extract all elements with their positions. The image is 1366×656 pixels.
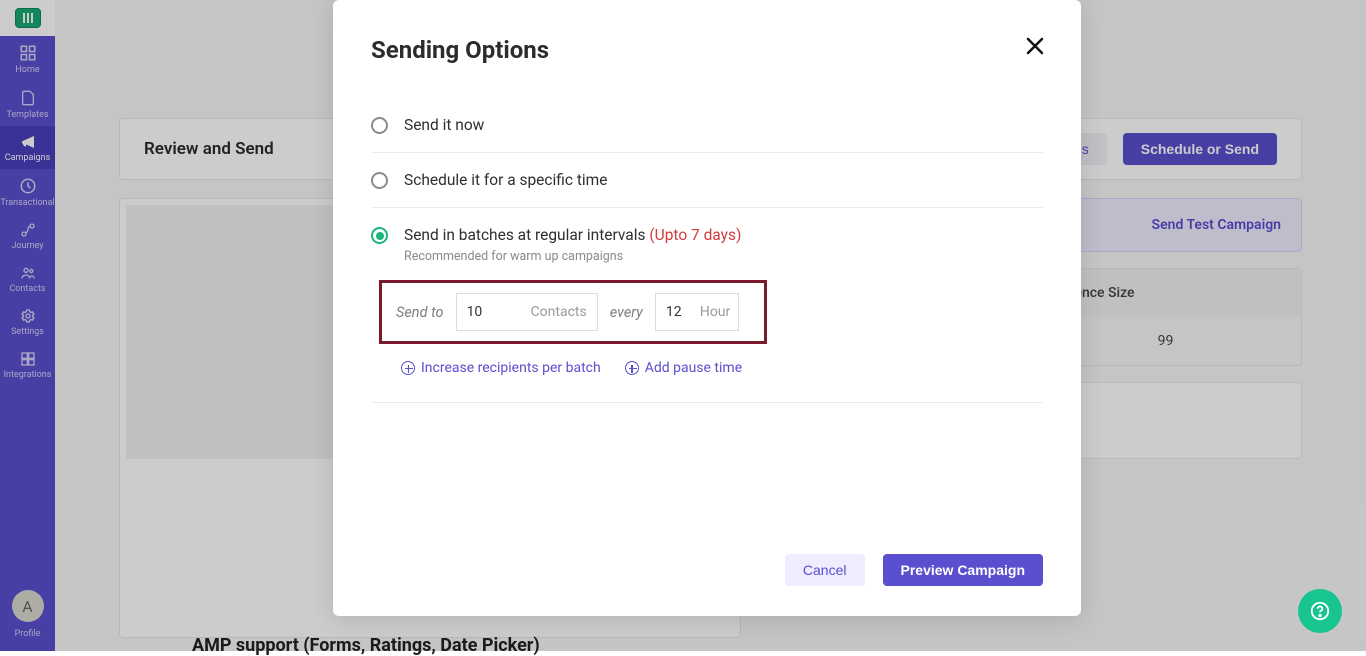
send-to-label: Send to (396, 304, 444, 321)
plus-circle-icon (401, 361, 415, 375)
add-pause-time-link[interactable]: Add pause time (625, 360, 742, 376)
every-label: every (610, 304, 643, 321)
option-label: Schedule it for a specific time (404, 171, 607, 189)
option-warning: (Upto 7 days) (649, 226, 741, 244)
batch-settings-box: Send to 10 Contacts every 12 Hour (379, 280, 767, 344)
sending-options-modal: Sending Options Send it now Schedule it … (333, 0, 1081, 616)
option-label: Send in batches at regular intervals (Up… (404, 226, 741, 244)
option-label: Send it now (404, 116, 484, 134)
option-send-batches[interactable]: Send in batches at regular intervals (Up… (371, 208, 1043, 272)
preview-campaign-button[interactable]: Preview Campaign (883, 554, 1044, 586)
radio-icon (371, 227, 388, 244)
contacts-count-value: 10 (467, 304, 495, 320)
modal-title: Sending Options (371, 36, 1043, 64)
radio-icon (371, 172, 388, 189)
cancel-button[interactable]: Cancel (785, 554, 865, 586)
option-send-now[interactable]: Send it now (371, 98, 1043, 153)
interval-unit: Hour (700, 304, 730, 320)
contacts-count-input[interactable]: 10 Contacts (456, 293, 598, 331)
option-subtext: Recommended for warm up campaigns (404, 249, 741, 264)
contacts-suffix: Contacts (531, 304, 587, 320)
radio-icon (371, 117, 388, 134)
option-schedule-specific[interactable]: Schedule it for a specific time (371, 153, 1043, 208)
interval-value: 12 (666, 304, 694, 320)
link-label: Add pause time (645, 360, 742, 376)
plus-circle-icon (625, 361, 639, 375)
interval-input[interactable]: 12 Hour (655, 293, 739, 331)
increase-recipients-link[interactable]: Increase recipients per batch (401, 360, 601, 376)
link-label: Increase recipients per batch (421, 360, 601, 376)
close-icon[interactable] (1023, 34, 1047, 62)
help-fab[interactable] (1298, 589, 1342, 633)
